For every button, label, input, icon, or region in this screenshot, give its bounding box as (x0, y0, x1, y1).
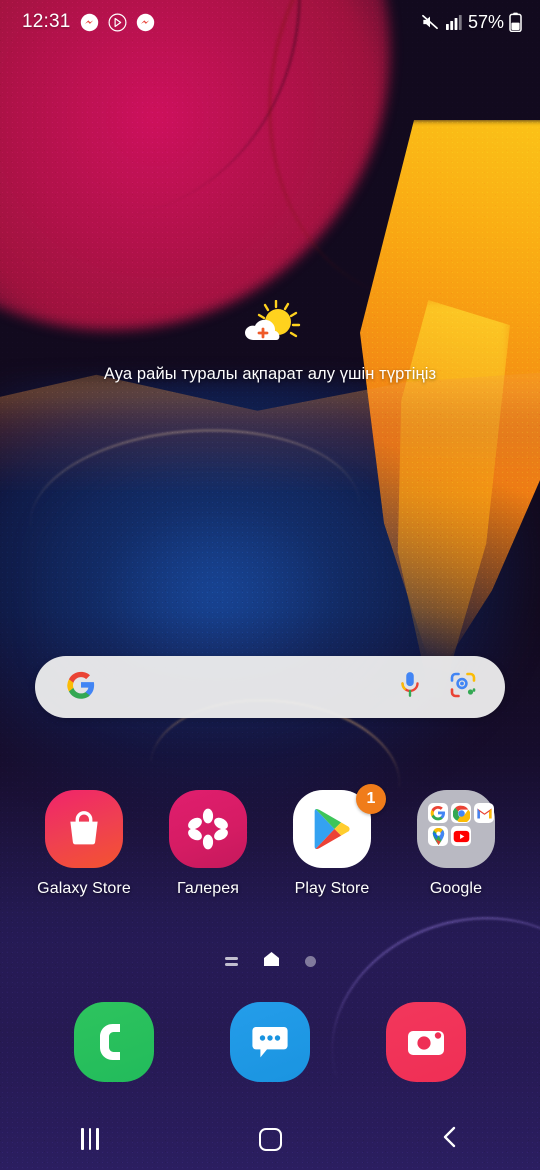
folder-item-google-search (428, 803, 448, 823)
nav-back-button[interactable] (395, 1108, 505, 1170)
speech-bubble-icon (252, 1027, 288, 1058)
shopping-bag-icon (70, 811, 98, 845)
phone-handset-icon (100, 1024, 120, 1060)
back-chevron-icon (439, 1125, 461, 1154)
page-indicator-dot[interactable] (304, 956, 316, 967)
app-google-folder[interactable]: Google (406, 790, 506, 898)
app-label: Play Store (294, 880, 370, 897)
folder-item-youtube (451, 826, 471, 846)
app-play-store[interactable]: 1 Play Store (282, 784, 386, 898)
gallery-icon[interactable] (169, 790, 247, 868)
play-store-status-icon (108, 13, 127, 32)
app-galaxy-store[interactable]: Galaxy Store (34, 790, 134, 898)
app-grid: Galaxy Store Галерея 1 Play Store Google (0, 784, 540, 898)
nav-recents-button[interactable] (35, 1108, 145, 1170)
messenger-icon-2 (136, 13, 155, 32)
battery-icon (509, 12, 522, 32)
messenger-icon (80, 13, 99, 32)
weather-widget[interactable]: Ауа райы туралы ақпарат алу үшін түртіңі… (0, 299, 540, 384)
play-triangle-icon (314, 808, 350, 850)
app-label: Galaxy Store (37, 880, 131, 897)
battery-percent-label: 57% (467, 11, 504, 32)
play-store-badge: 1 (356, 784, 386, 814)
sun-behind-cloud-plus-icon (238, 299, 302, 355)
app-label: Google (429, 880, 483, 897)
app-label: Галерея (176, 880, 240, 897)
weather-prompt-text: Ауа райы туралы ақпарат алу үшін түртіңі… (103, 365, 437, 383)
status-clock: 12:31 (22, 11, 71, 32)
galaxy-store-icon[interactable] (45, 790, 123, 868)
status-bar[interactable]: 12:31 57% (0, 0, 540, 44)
flower-icon (188, 808, 228, 850)
app-gallery[interactable]: Галерея (158, 790, 258, 898)
google-lens-icon[interactable] (449, 671, 477, 704)
dock (0, 1002, 540, 1082)
page-indicator-home[interactable] (263, 952, 279, 971)
page-indicator-apps[interactable] (224, 957, 238, 966)
wallpaper (0, 0, 540, 1170)
dock-messages-icon[interactable] (230, 1002, 310, 1082)
folder-item-maps (428, 826, 448, 846)
dock-camera-icon[interactable] (386, 1002, 466, 1082)
home-screen: 12:31 57% Ауа райы туралы ақпарат алу үш… (0, 0, 540, 1170)
home-icon (258, 1127, 282, 1151)
status-bar-left: 12:31 (22, 11, 155, 33)
google-search-bar[interactable] (35, 656, 505, 718)
navigation-bar (0, 1108, 540, 1170)
folder-icon[interactable] (417, 790, 495, 868)
camera-icon (408, 1031, 444, 1055)
folder-item-chrome (451, 803, 471, 823)
page-indicator (0, 952, 540, 971)
folder-item-gmail (474, 803, 494, 823)
mute-icon (420, 12, 440, 32)
dock-phone-icon[interactable] (74, 1002, 154, 1082)
search-input[interactable] (96, 656, 397, 718)
status-bar-right: 57% (420, 12, 522, 33)
google-mic-icon[interactable] (397, 670, 423, 705)
nav-home-button[interactable] (215, 1108, 325, 1170)
signal-bars-icon (445, 13, 463, 31)
google-g-icon (66, 670, 96, 705)
recents-icon (81, 1128, 99, 1150)
